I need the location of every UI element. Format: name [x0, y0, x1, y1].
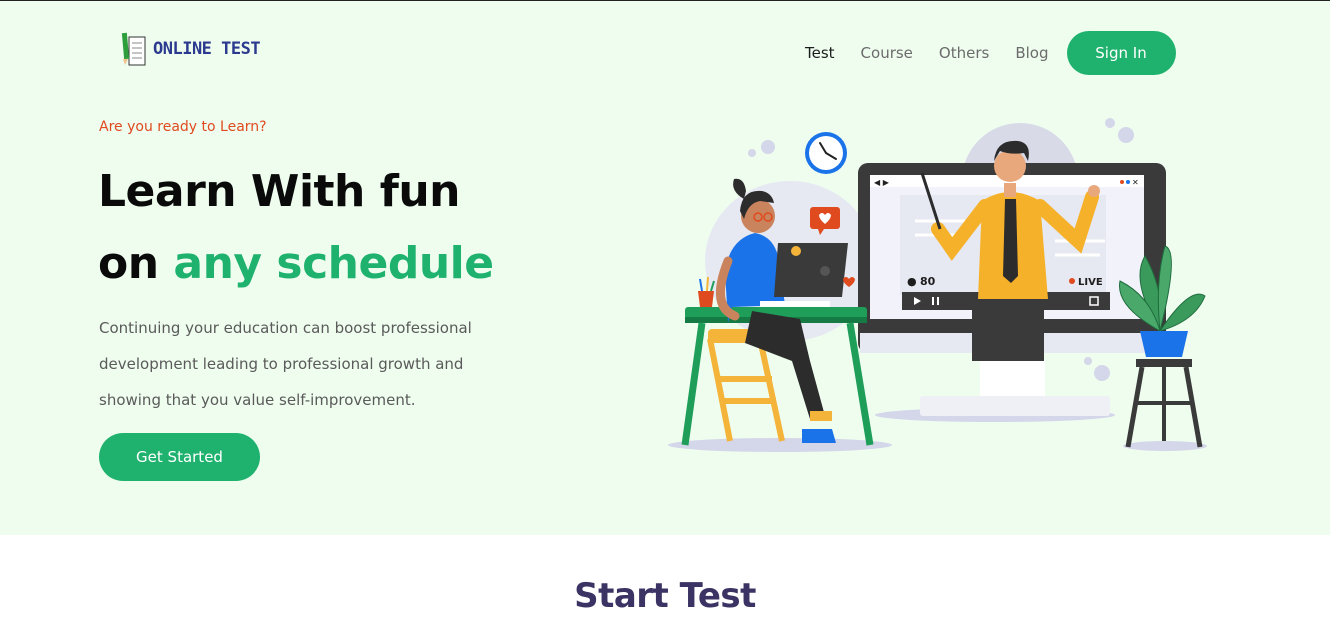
nav-blog[interactable]: Blog [1015, 33, 1048, 73]
svg-text:◀ ▶: ◀ ▶ [874, 178, 890, 187]
headline-line-2-prefix: on [98, 238, 174, 289]
clock-icon [805, 132, 847, 174]
nav-others[interactable]: Others [939, 33, 989, 73]
nav-test[interactable]: Test [805, 33, 835, 73]
get-started-button[interactable]: Get Started [99, 433, 260, 481]
section-title: Start Test [574, 576, 756, 616]
headline-line-1: Learn With fun [98, 166, 461, 217]
hero-illustration: ◀ ▶ ✕ ● 80 LIVE [668, 118, 1207, 452]
svg-text:✕: ✕ [1132, 178, 1139, 187]
hero-description: Continuing your education can boost prof… [99, 319, 472, 409]
hero-section: ONLINE TEST Test Course Others Blog Sign… [0, 0, 1330, 535]
svg-text:●: ● [907, 275, 917, 288]
headline-line-2-accent: any schedule [173, 238, 494, 289]
hero-headline: Learn With fun on any schedule [98, 156, 494, 300]
brand-logo[interactable]: ONLINE TEST [120, 31, 261, 67]
nav-course[interactable]: Course [861, 33, 913, 73]
brand-name: ONLINE TEST [153, 39, 261, 59]
sign-in-button[interactable]: Sign In [1066, 31, 1176, 75]
logo-icon [121, 32, 146, 66]
live-label: LIVE [1078, 277, 1103, 288]
viewer-count: 80 [920, 275, 936, 288]
main-nav: Test Course Others Blog Sign In [805, 31, 1176, 75]
hero-kicker: Are you ready to Learn? [99, 119, 267, 135]
